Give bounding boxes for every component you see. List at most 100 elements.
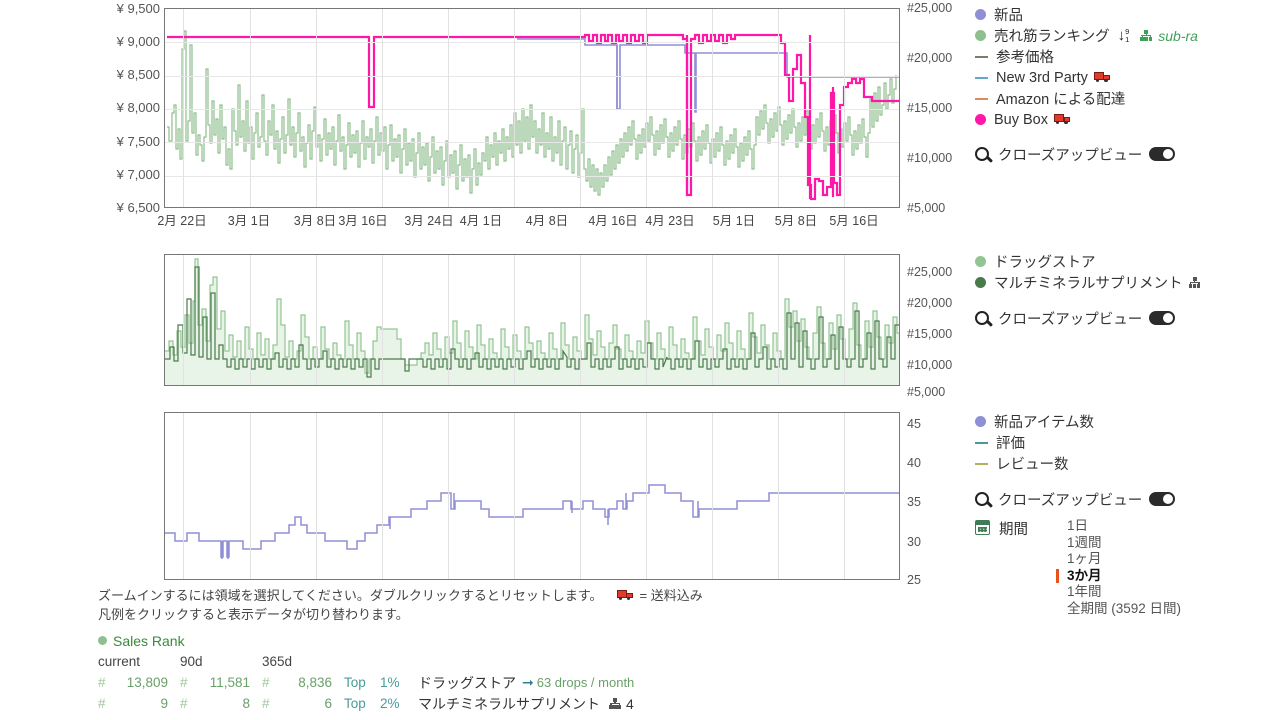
offer-count-legend: 新品アイテム数 評価 レビュー数 クローズアップビュー 期間 1日 1週間 1ヶ…: [975, 411, 1181, 617]
sitemap-icon[interactable]: [1188, 277, 1202, 288]
rank-ytick-2: #15,000: [907, 101, 953, 115]
offer-ytick-3: 30: [907, 535, 921, 549]
xtick-7: 4月 16日: [588, 214, 638, 228]
truck-icon: [1093, 72, 1111, 83]
rank-ytick-1: #20,000: [907, 51, 953, 65]
price-ytick-4: ¥ 7,500: [116, 134, 160, 149]
legend-item-list-price[interactable]: 参考価格: [975, 46, 1198, 67]
legend-label-sales-rank: 売れ筋ランキング: [994, 29, 1110, 45]
stats-title: Sales Rank: [113, 632, 185, 649]
sales-rank-stats: Sales Rank current 90d 365d #13,809 #11,…: [98, 630, 634, 714]
legend-label-new-item-count: 新品アイテム数: [994, 415, 1095, 431]
closeup-view-toggle-rank[interactable]: [1149, 311, 1176, 325]
rank-ytick-4: #5,000: [907, 201, 946, 215]
xtick-0: 2月 22日: [157, 214, 207, 228]
period-option-3-months[interactable]: 3か月: [1055, 568, 1181, 585]
closeup-view-toggle-row-rank[interactable]: クローズアップビュー: [975, 305, 1202, 331]
closeup-view-label-price: クローズアップビュー: [998, 147, 1143, 164]
table-row[interactable]: #9 #8 #6 Top 2% マルチミネラルサプリメント 4: [98, 693, 634, 714]
row1-current: 9: [160, 696, 168, 711]
row1-category[interactable]: マルチミネラルサプリメント: [418, 694, 600, 714]
closeup-view-label-rank: クローズアップビュー: [998, 311, 1143, 328]
calendar-icon: [975, 520, 990, 535]
offer-count-plot[interactable]: [164, 412, 900, 580]
sitemap-icon[interactable]: [608, 698, 622, 709]
legend-item-multimineral[interactable]: マルチミネラルサプリメント: [975, 272, 1202, 293]
period-selector[interactable]: 期間 1日 1週間 1ヶ月 3か月 1年間 全期間 (3592 日間): [975, 518, 1181, 617]
row1-90d: 8: [242, 696, 250, 711]
price-ytick-3: ¥ 8,000: [116, 100, 160, 115]
xtick-8: 4月 23日: [645, 214, 695, 228]
legend-dash-list-price: [975, 55, 988, 58]
category-rank-legend: ドラッグストア マルチミネラルサプリメント クローズアップビュー: [975, 251, 1202, 331]
truck-icon: [616, 590, 634, 601]
search-icon: [975, 147, 989, 161]
xtick-11: 5月 16日: [829, 214, 879, 228]
table-row[interactable]: #13,809 #11,581 #8,836 Top 1% ドラッグストア ➞ …: [98, 672, 634, 693]
closeup-view-label-offers: クローズアップビュー: [998, 492, 1143, 509]
legend-item-drugstore[interactable]: ドラッグストア: [975, 251, 1202, 272]
closeup-view-toggle-row-offers[interactable]: クローズアップビュー: [975, 486, 1181, 512]
period-option-1-year[interactable]: 1年間: [1067, 584, 1181, 601]
row0-current: 13,809: [126, 675, 168, 690]
legend-label-list-price: 参考価格: [996, 50, 1054, 66]
category-rank-series: [165, 258, 899, 385]
legend-dot-buy-box: [975, 114, 986, 125]
price-chart-legend: 新品 売れ筋ランキング ↓ 9 1 sub-ra 参考価格 New 3rd Part…: [975, 4, 1198, 167]
legend-item-buy-box[interactable]: Buy Box: [975, 109, 1198, 130]
stats-header-current: current: [98, 654, 141, 669]
legend-item-new-item-count[interactable]: 新品アイテム数: [975, 411, 1181, 432]
legend-label-new: 新品: [994, 8, 1023, 24]
offer-ytick-0: 45: [907, 417, 921, 431]
closeup-view-toggle-price[interactable]: [1149, 147, 1176, 161]
stats-header-365d: 365d: [262, 654, 293, 669]
row0-category[interactable]: ドラッグストア: [418, 673, 516, 693]
period-option-1-month[interactable]: 1ヶ月: [1067, 551, 1181, 568]
closeup-view-toggle-row-price[interactable]: クローズアップビュー: [975, 141, 1198, 167]
legend-label-multimineral: マルチミネラルサプリメント: [994, 276, 1183, 292]
legend-label-rating: 評価: [996, 436, 1025, 452]
xtick-9: 5月 1日: [712, 214, 756, 228]
offer-ytick-4: 25: [907, 573, 921, 587]
sitemap-icon[interactable]: [1139, 30, 1153, 41]
legend-item-new[interactable]: 新品: [975, 4, 1198, 25]
period-option-1-week[interactable]: 1週間: [1067, 535, 1181, 552]
legend-label-new-3rd-party: New 3rd Party: [996, 69, 1088, 86]
xtick-5: 4月 1日: [459, 214, 503, 228]
row1-365d: 6: [324, 696, 332, 711]
legend-label-review-count: レビュー数: [996, 457, 1069, 473]
legend-item-rating[interactable]: 評価: [975, 432, 1181, 453]
legend-sub-rank-text[interactable]: sub-ra: [1158, 28, 1198, 44]
legend-dot-new-item-count: [975, 416, 986, 427]
stats-dot: [98, 636, 107, 645]
xtick-3: 3月 16日: [338, 214, 388, 228]
legend-item-new-3rd-party[interactable]: New 3rd Party: [975, 67, 1198, 88]
legend-dot-sales-rank: [975, 30, 986, 41]
legend-dot-new: [975, 9, 986, 20]
row0-pct: 1%: [380, 675, 400, 690]
period-option-all-time[interactable]: 全期間 (3592 日間): [1067, 601, 1181, 618]
legend-item-sales-rank[interactable]: 売れ筋ランキング ↓ 9 1 sub-ra: [975, 25, 1198, 46]
legend-item-amazon-delivery[interactable]: Amazon による配達: [975, 88, 1198, 109]
stats-header-90d: 90d: [180, 654, 203, 669]
row1-pct: 2%: [380, 696, 400, 711]
truck-icon: [1054, 114, 1071, 125]
cat-rank-ytick-4: #5,000: [907, 385, 946, 399]
legend-item-review-count[interactable]: レビュー数: [975, 453, 1181, 474]
xtick-6: 4月 8日: [525, 214, 569, 228]
legend-label-drugstore: ドラッグストア: [994, 255, 1096, 271]
search-icon: [975, 492, 989, 506]
cat-rank-ytick-2: #15,000: [907, 327, 953, 341]
category-rank-plot[interactable]: [164, 254, 900, 386]
price-chart-plot[interactable]: [164, 8, 900, 208]
sort-descending-icon[interactable]: ↓ 9 1: [1118, 28, 1130, 43]
offer-ytick-1: 40: [907, 456, 921, 470]
closeup-view-toggle-offers[interactable]: [1149, 492, 1176, 506]
legend-hint-line2: 凡例をクリックすると表示データが切り替わります。: [98, 607, 409, 622]
price-ytick-5: ¥ 7,000: [116, 167, 160, 182]
price-chart-series: [167, 30, 899, 201]
row1-subcat-count: 4: [626, 695, 634, 712]
period-option-1-day[interactable]: 1日: [1067, 518, 1181, 535]
legend-label-buy-box: Buy Box: [994, 111, 1048, 128]
legend-dash-new-3rd-party: [975, 76, 988, 79]
